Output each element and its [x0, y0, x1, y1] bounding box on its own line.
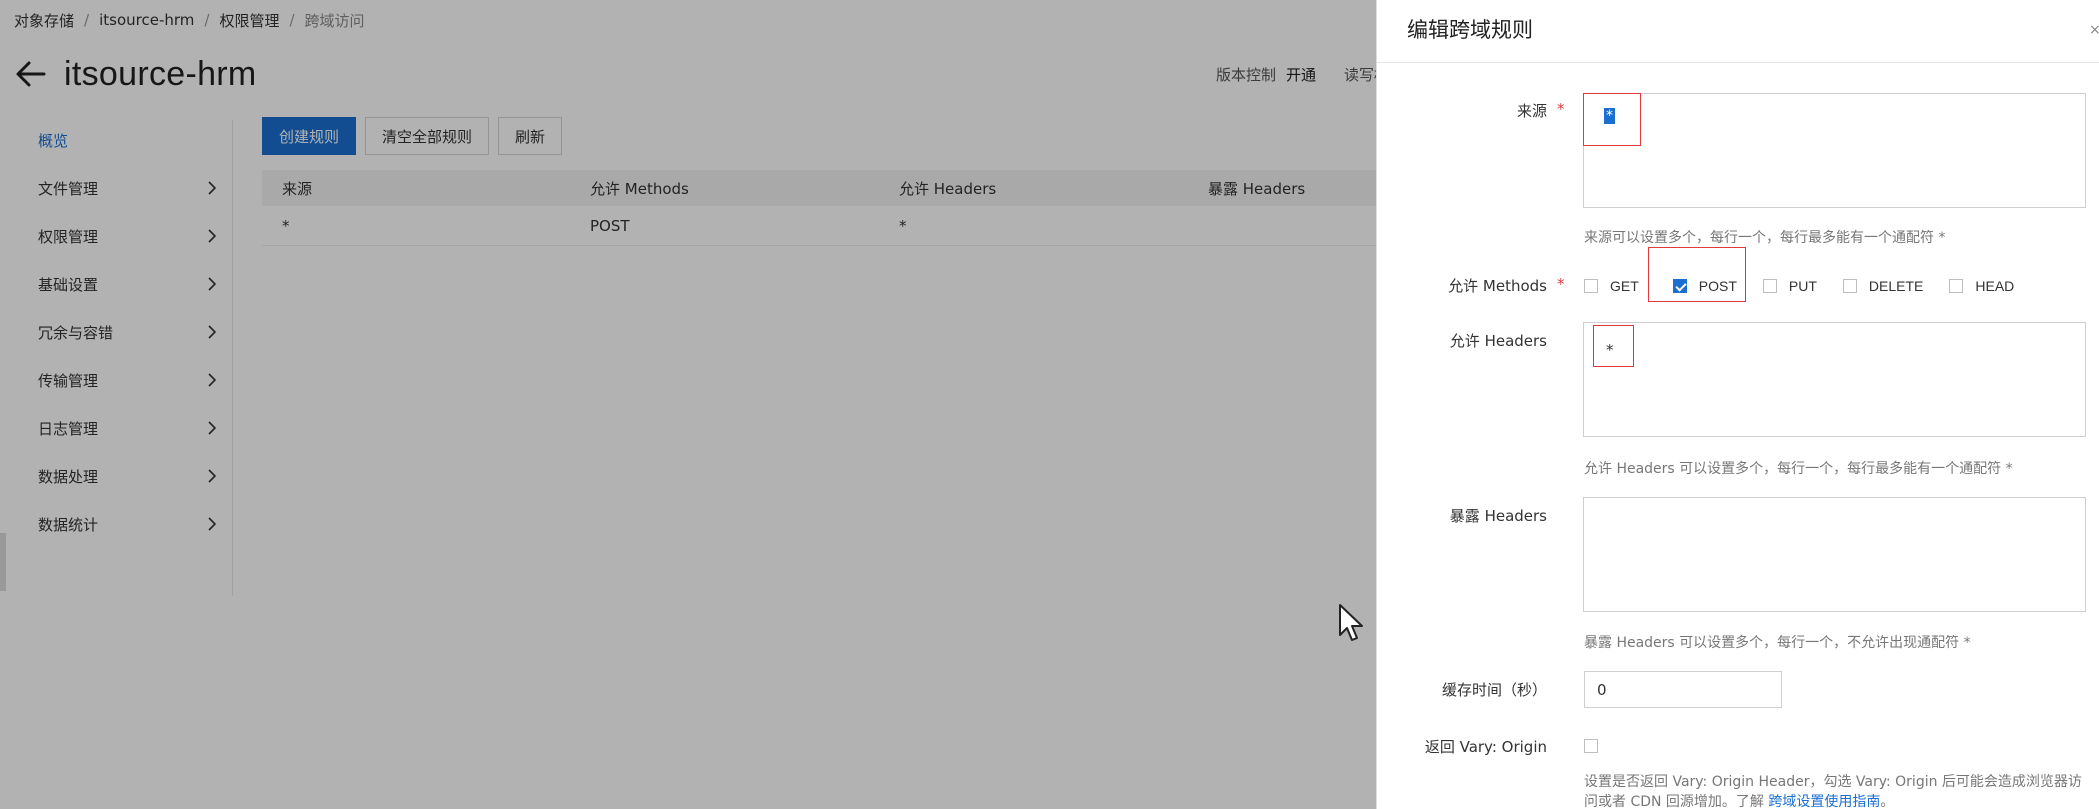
vary-description-end: 。 [1880, 794, 1895, 809]
vary-description: 设置是否返回 Vary: Origin Header，勾选 Vary: Orig… [1584, 772, 2084, 809]
method-head-checkbox[interactable] [1949, 279, 1964, 293]
method-delete-checkbox[interactable] [1842, 279, 1857, 293]
drawer-header: 编辑跨域规则 × [1377, 0, 2099, 63]
origin-label-wrap: 来源 [1377, 100, 1547, 122]
method-delete-option[interactable]: DELETE [1842, 278, 1924, 294]
drawer-title: 编辑跨域规则 [1407, 18, 1533, 42]
expose-headers-label: 暴露 Headers [1449, 507, 1547, 525]
vary-label-wrap: 返回 Vary: Origin [1377, 736, 1547, 758]
allow-headers-hint: 允许 Headers 可以设置多个，每行一个，每行最多能有一个通配符 * [1584, 461, 2013, 477]
cache-label-wrap: 缓存时间（秒） [1377, 679, 1547, 701]
origin-hint: 来源可以设置多个，每行一个，每行最多能有一个通配符 * [1584, 230, 1946, 246]
method-label: GET [1610, 278, 1639, 294]
edit-cors-rule-drawer: 编辑跨域规则 × 来源 * * 来源可以设置多个，每行一个，每行最多能有一个通配… [1376, 0, 2099, 809]
method-label: DELETE [1868, 278, 1924, 294]
annotation-box [1593, 325, 1634, 367]
origin-textarea[interactable]: * [1583, 93, 2086, 208]
methods-label: 允许 Methods [1448, 277, 1547, 295]
required-mark: * [1557, 100, 1565, 118]
method-label: PUT [1788, 278, 1817, 294]
methods-label-wrap: 允许 Methods [1377, 275, 1547, 297]
vary-origin-checkbox[interactable] [1584, 739, 1598, 753]
cors-guide-link[interactable]: 跨域设置使用指南 [1768, 794, 1880, 809]
method-head-option[interactable]: HEAD [1949, 278, 2014, 294]
allow-headers-label-wrap: 允许 Headers [1377, 330, 1547, 352]
method-put-checkbox[interactable] [1762, 279, 1777, 293]
mouse-cursor-icon [1339, 604, 1363, 641]
annotation-box [1583, 93, 1641, 146]
vary-label: 返回 Vary: Origin [1424, 738, 1547, 756]
required-mark: * [1557, 275, 1565, 293]
method-get-option[interactable]: GET [1584, 278, 1639, 294]
origin-label: 来源 [1516, 102, 1547, 120]
method-label: HEAD [1975, 278, 2015, 294]
method-put-option[interactable]: PUT [1762, 278, 1817, 294]
allow-headers-label: 允许 Headers [1449, 332, 1547, 350]
annotation-box [1648, 247, 1746, 302]
allow-headers-textarea[interactable]: * [1583, 322, 2086, 437]
expose-headers-hint: 暴露 Headers 可以设置多个，每行一个，不允许出现通配符 * [1584, 635, 1971, 651]
cache-seconds-input[interactable]: 0 [1584, 671, 1782, 708]
close-icon[interactable]: × [2089, 22, 2099, 38]
modal-overlay[interactable] [0, 0, 1376, 809]
cache-label: 缓存时间（秒） [1441, 681, 1547, 699]
expose-headers-textarea[interactable] [1583, 497, 2086, 612]
method-get-checkbox[interactable] [1584, 279, 1598, 293]
expose-headers-label-wrap: 暴露 Headers [1377, 505, 1547, 527]
